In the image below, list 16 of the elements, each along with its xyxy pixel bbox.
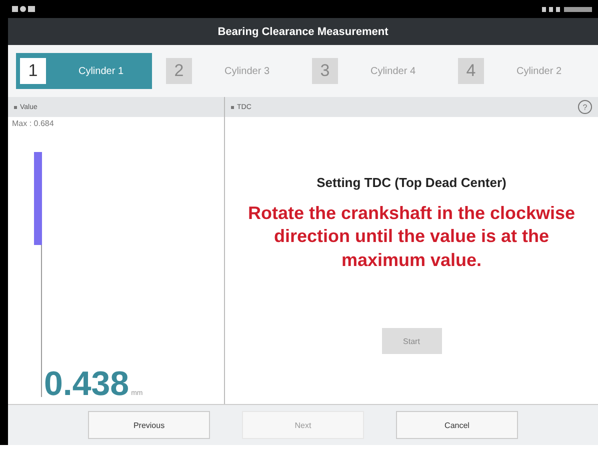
help-button[interactable]: ?: [578, 100, 592, 114]
footer-button[interactable]: Cancel: [396, 411, 518, 439]
step-tab[interactable]: 4 Cylinder 2: [454, 53, 590, 89]
bullet-icon: [14, 106, 17, 108]
instruction-text: Rotate the crankshaft in the clockwise direction until the value is at the maximum value.: [246, 202, 576, 272]
step-tab[interactable]: 3 Cylinder 4: [308, 53, 444, 89]
measured-value: 0.438: [44, 365, 130, 404]
step-title: Setting TDC (Top Dead Center): [316, 175, 506, 190]
status-icons: [12, 5, 36, 13]
step-tab[interactable]: 2 Cylinder 3: [162, 53, 298, 89]
window-title: Bearing Clearance Measurement: [8, 18, 598, 45]
max-value: Max : 0.684: [11, 118, 55, 130]
bullet-icon: [231, 106, 234, 108]
system-tray-icons: [542, 5, 592, 13]
step-tab[interactable]: 1 Cylinder 1: [16, 53, 152, 89]
footer-button[interactable]: Previous: [88, 411, 210, 439]
